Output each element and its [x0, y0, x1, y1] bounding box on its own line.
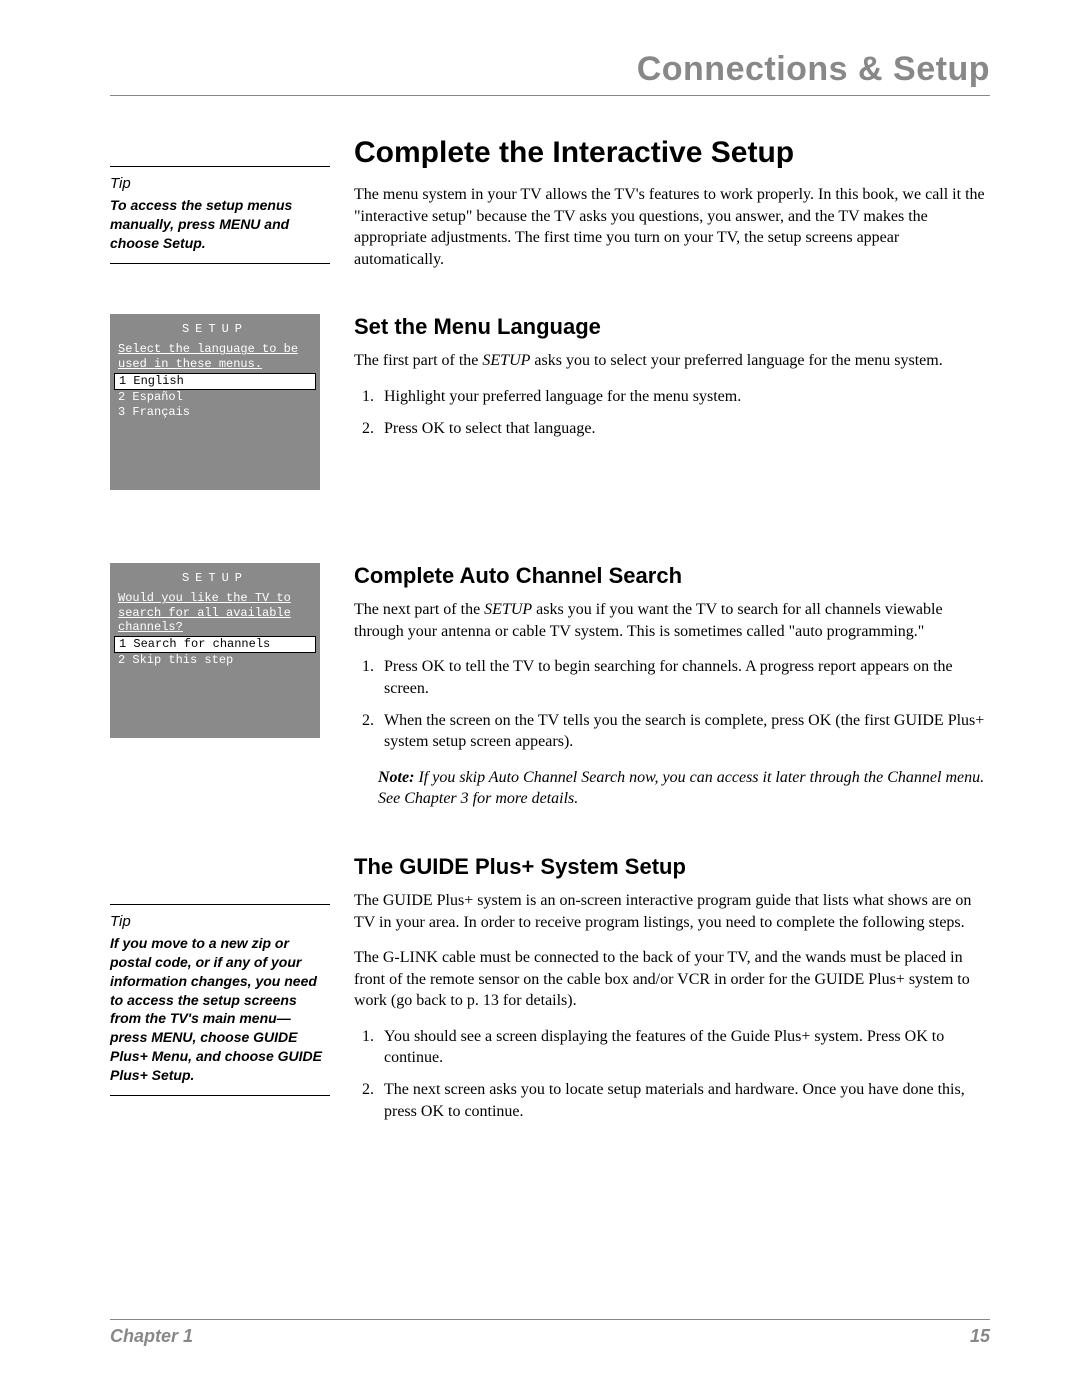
setup-box-prompt: Would you like the TV to search for all …	[110, 591, 320, 636]
tip-box-2: Tip If you move to a new zip or postal c…	[110, 904, 330, 1096]
steps-list: You should see a screen displaying the f…	[354, 1026, 990, 1122]
setup-screenshot-language: SETUP Select the language to be used in …	[110, 314, 320, 490]
step-item: The next screen asks you to locate setup…	[378, 1079, 990, 1122]
step-item: When the screen on the TV tells you the …	[378, 710, 990, 753]
sidebar-block-3: SETUP Would you like the TV to search fo…	[110, 563, 330, 854]
steps-list: Press OK to tell the TV to begin searchi…	[354, 656, 990, 752]
setup-option-skip: 2 Skip this step	[110, 653, 320, 668]
setup-option-search: 1 Search for channels	[114, 636, 316, 653]
section-guide-plus: The GUIDE Plus+ System Setup The GUIDE P…	[354, 854, 990, 1136]
note-paragraph: Note: If you skip Auto Channel Search no…	[378, 767, 990, 810]
tip-title: Tip	[110, 175, 330, 192]
sidebar-block-4: Tip If you move to a new zip or postal c…	[110, 854, 330, 1136]
section-heading: Complete Auto Channel Search	[354, 563, 990, 589]
setup-box-title: SETUP	[110, 318, 320, 342]
section-auto-channel: Complete Auto Channel Search The next pa…	[354, 563, 990, 854]
section-heading: The GUIDE Plus+ System Setup	[354, 854, 990, 880]
page-title: Complete the Interactive Setup	[354, 136, 990, 170]
tip-box-1: Tip To access the setup menus manually, …	[110, 166, 330, 264]
setup-option-espanol: 2 Español	[110, 390, 320, 405]
tip-body: If you move to a new zip or postal code,…	[110, 934, 330, 1085]
section-paragraph: The next part of the SETUP asks you if y…	[354, 599, 990, 642]
page-header: Connections & Setup	[110, 50, 990, 96]
step-item: Press OK to tell the TV to begin searchi…	[378, 656, 990, 699]
setup-screenshot-channel: SETUP Would you like the TV to search fo…	[110, 563, 320, 738]
footer-chapter: Chapter 1	[110, 1326, 193, 1347]
tip-body: To access the setup menus manually, pres…	[110, 196, 330, 253]
step-item: You should see a screen displaying the f…	[378, 1026, 990, 1069]
section-paragraph: The G-LINK cable must be connected to th…	[354, 947, 990, 1012]
setup-option-francais: 3 Français	[110, 405, 320, 420]
section-heading: Set the Menu Language	[354, 314, 990, 340]
page-footer: Chapter 1 15	[110, 1319, 990, 1347]
content-grid: Tip To access the setup menus manually, …	[110, 136, 990, 1136]
intro-paragraph: The menu system in your TV allows the TV…	[354, 184, 990, 270]
setup-option-english: 1 English	[114, 373, 316, 390]
tip-title: Tip	[110, 913, 330, 930]
sidebar-block-1: Tip To access the setup menus manually, …	[110, 136, 330, 284]
step-item: Highlight your preferred language for th…	[378, 386, 990, 408]
section-paragraph: The first part of the SETUP asks you to …	[354, 350, 990, 372]
setup-box-prompt: Select the language to be used in these …	[110, 342, 320, 373]
footer-page-number: 15	[970, 1326, 990, 1347]
intro-block: Complete the Interactive Setup The menu …	[354, 136, 990, 284]
step-item: Press OK to select that language.	[378, 418, 990, 440]
sidebar-block-2: SETUP Select the language to be used in …	[110, 284, 330, 563]
section-menu-language: Set the Menu Language The first part of …	[354, 284, 990, 563]
steps-list: Highlight your preferred language for th…	[354, 386, 990, 439]
setup-box-title: SETUP	[110, 567, 320, 591]
section-paragraph: The GUIDE Plus+ system is an on-screen i…	[354, 890, 990, 933]
